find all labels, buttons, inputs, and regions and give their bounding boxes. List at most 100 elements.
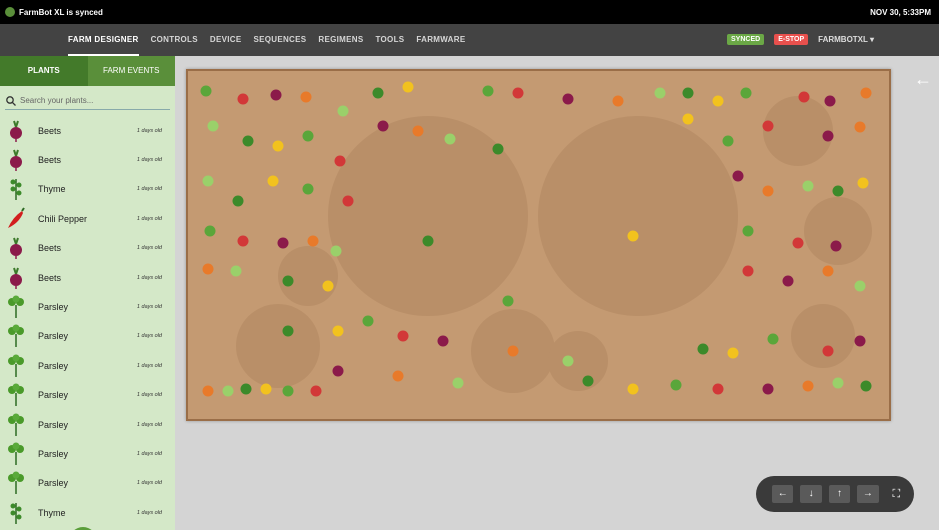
plant-marker[interactable] bbox=[260, 383, 272, 395]
plant-marker[interactable] bbox=[482, 85, 494, 97]
plant-marker[interactable] bbox=[822, 265, 834, 277]
plant-marker[interactable] bbox=[392, 370, 404, 382]
plant-marker[interactable] bbox=[857, 177, 869, 189]
plant-list-item[interactable]: Beets 1 days old bbox=[0, 234, 175, 263]
plant-list-item[interactable]: Thyme 1 days old bbox=[0, 498, 175, 527]
plant-marker[interactable] bbox=[232, 195, 244, 207]
plant-marker[interactable] bbox=[582, 375, 594, 387]
plant-marker[interactable] bbox=[452, 377, 464, 389]
plant-list-item[interactable]: Parsley 1 days old bbox=[0, 381, 175, 410]
plant-list-item[interactable]: Thyme 1 days old bbox=[0, 175, 175, 204]
plant-marker[interactable] bbox=[802, 380, 814, 392]
plant-marker[interactable] bbox=[697, 343, 709, 355]
plant-marker[interactable] bbox=[282, 275, 294, 287]
plant-marker[interactable] bbox=[792, 237, 804, 249]
plant-marker[interactable] bbox=[202, 385, 214, 397]
plant-marker[interactable] bbox=[322, 280, 334, 292]
plant-marker[interactable] bbox=[267, 175, 279, 187]
fullscreen-icon[interactable]: ⛶ bbox=[886, 485, 907, 503]
plant-marker[interactable] bbox=[722, 135, 734, 147]
plant-marker[interactable] bbox=[277, 237, 289, 249]
search-input[interactable]: Search your plants... bbox=[20, 96, 93, 105]
estop-button[interactable]: E-STOP bbox=[774, 34, 809, 45]
plant-marker[interactable] bbox=[832, 185, 844, 197]
plant-marker[interactable] bbox=[742, 265, 754, 277]
plant-marker[interactable] bbox=[798, 91, 810, 103]
plant-marker[interactable] bbox=[444, 133, 456, 145]
plant-marker[interactable] bbox=[512, 87, 524, 99]
plant-marker[interactable] bbox=[282, 385, 294, 397]
plant-marker[interactable] bbox=[204, 225, 216, 237]
plant-marker[interactable] bbox=[740, 87, 752, 99]
tab-controls[interactable]: CONTROLS bbox=[151, 24, 198, 56]
plant-marker[interactable] bbox=[332, 365, 344, 377]
plant-marker[interactable] bbox=[782, 275, 794, 287]
plant-marker[interactable] bbox=[202, 175, 214, 187]
plant-marker[interactable] bbox=[377, 120, 389, 132]
plant-marker[interactable] bbox=[682, 87, 694, 99]
plant-marker[interactable] bbox=[762, 185, 774, 197]
plant-marker[interactable] bbox=[727, 347, 739, 359]
plant-list-item[interactable]: Parsley 1 days old bbox=[0, 351, 175, 380]
garden-bed[interactable] bbox=[186, 69, 891, 421]
plant-marker[interactable] bbox=[300, 91, 312, 103]
plant-marker[interactable] bbox=[492, 143, 504, 155]
tab-farm-events[interactable]: FARM EVENTS bbox=[88, 56, 176, 86]
plant-marker[interactable] bbox=[207, 120, 219, 132]
plant-marker[interactable] bbox=[562, 355, 574, 367]
plant-marker[interactable] bbox=[200, 85, 212, 97]
plant-marker[interactable] bbox=[372, 87, 384, 99]
plant-marker[interactable] bbox=[562, 93, 574, 105]
plant-marker[interactable] bbox=[337, 105, 349, 117]
plant-marker[interactable] bbox=[422, 235, 434, 247]
plant-spread-circle[interactable] bbox=[236, 304, 320, 388]
plant-marker[interactable] bbox=[272, 140, 284, 152]
plant-marker[interactable] bbox=[412, 125, 424, 137]
plant-marker[interactable] bbox=[342, 195, 354, 207]
plant-marker[interactable] bbox=[222, 385, 234, 397]
synced-badge[interactable]: SYNCED bbox=[727, 34, 765, 45]
plant-marker[interactable] bbox=[712, 95, 724, 107]
plant-list-item[interactable]: Parsley 1 days old bbox=[0, 292, 175, 321]
tab-tools[interactable]: TOOLS bbox=[375, 24, 404, 56]
plant-marker[interactable] bbox=[302, 130, 314, 142]
plant-marker[interactable] bbox=[237, 93, 249, 105]
plant-marker[interactable] bbox=[310, 385, 322, 397]
move-up-button[interactable]: ↑ bbox=[828, 485, 851, 503]
plant-list-item[interactable]: Beets 1 days old bbox=[0, 263, 175, 292]
plant-marker[interactable] bbox=[307, 235, 319, 247]
tab-device[interactable]: DEVICE bbox=[210, 24, 242, 56]
plant-marker[interactable] bbox=[282, 325, 294, 337]
plant-marker[interactable] bbox=[762, 120, 774, 132]
plant-spread-circle[interactable] bbox=[538, 116, 738, 316]
plant-marker[interactable] bbox=[824, 95, 836, 107]
plant-list-item[interactable]: Beets 1 days old bbox=[0, 145, 175, 174]
plant-marker[interactable] bbox=[854, 335, 866, 347]
plant-spread-circle[interactable] bbox=[804, 197, 872, 265]
plant-marker[interactable] bbox=[654, 87, 666, 99]
plant-marker[interactable] bbox=[397, 330, 409, 342]
move-down-button[interactable]: ↓ bbox=[800, 485, 822, 503]
tab-plants[interactable]: PLANTS bbox=[0, 56, 88, 86]
plant-marker[interactable] bbox=[502, 295, 514, 307]
plant-marker[interactable] bbox=[767, 333, 779, 345]
plant-spread-circle[interactable] bbox=[763, 96, 833, 166]
plant-marker[interactable] bbox=[332, 325, 344, 337]
plant-marker[interactable] bbox=[437, 335, 449, 347]
tab-farm-designer[interactable]: FARM DESIGNER bbox=[68, 24, 139, 56]
plant-marker[interactable] bbox=[742, 225, 754, 237]
plant-marker[interactable] bbox=[854, 280, 866, 292]
plant-marker[interactable] bbox=[627, 230, 639, 242]
plant-marker[interactable] bbox=[830, 240, 842, 252]
plant-marker[interactable] bbox=[832, 377, 844, 389]
plant-marker[interactable] bbox=[237, 235, 249, 247]
plant-spread-circle[interactable] bbox=[791, 304, 855, 368]
plant-list-item[interactable]: Parsley 1 days old bbox=[0, 410, 175, 439]
plant-marker[interactable] bbox=[860, 380, 872, 392]
plant-marker[interactable] bbox=[302, 183, 314, 195]
plant-list-item[interactable]: Parsley 1 days old bbox=[0, 322, 175, 351]
move-left-button[interactable]: ← bbox=[772, 485, 794, 503]
bot-menu[interactable]: FARMBOTXL ▾ bbox=[818, 35, 874, 44]
plant-marker[interactable] bbox=[230, 265, 242, 277]
search-bar[interactable]: Search your plants... bbox=[5, 92, 170, 110]
